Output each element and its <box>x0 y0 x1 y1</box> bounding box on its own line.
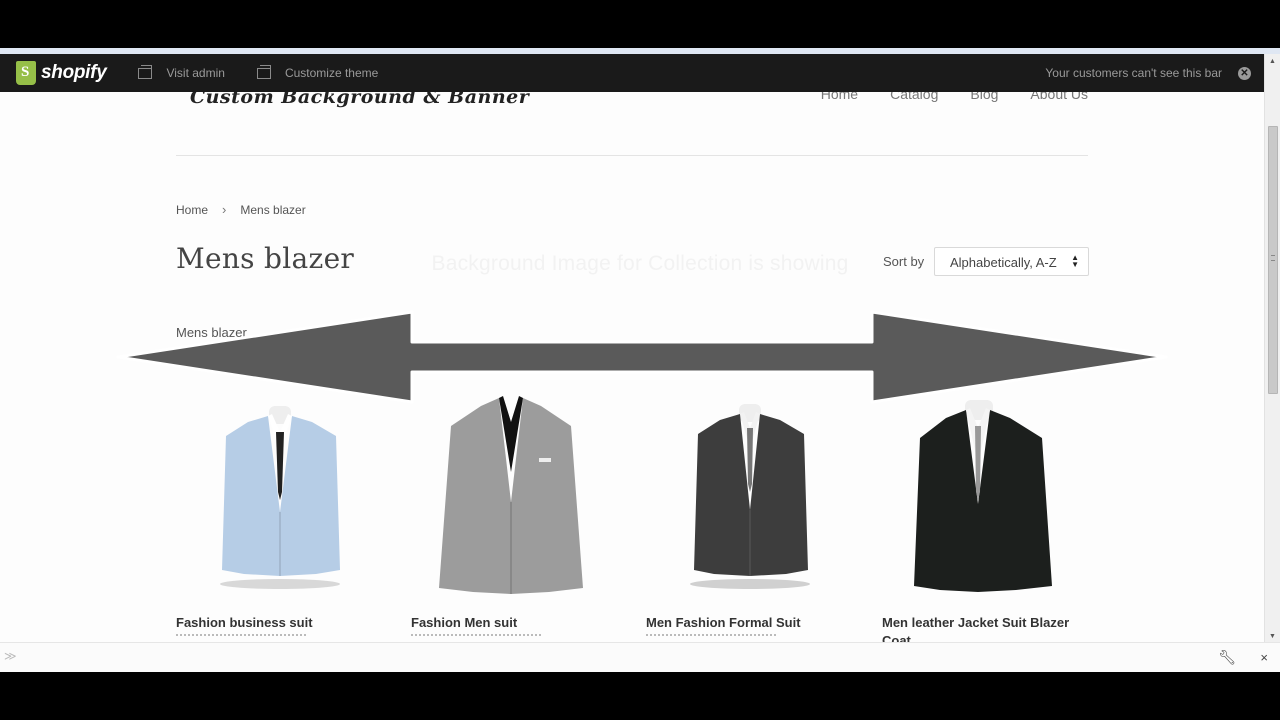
page-scrollbar[interactable]: ▲ ▼ <box>1264 54 1280 642</box>
admin-bar-note: Your customers can't see this bar <box>1045 66 1222 80</box>
product-image[interactable] <box>882 392 1082 602</box>
double-arrow-shape <box>116 310 1168 404</box>
nav-catalog[interactable]: Catalog <box>890 92 938 102</box>
shopify-admin-bar: shopify Visit admin Customize theme Your… <box>0 54 1264 92</box>
close-toolbar-icon[interactable]: × <box>1260 650 1268 665</box>
window-icon <box>256 64 271 79</box>
scrollbar-thumb[interactable] <box>1268 126 1278 394</box>
product-name[interactable]: Men leather Jacket Suit Blazer Coat <box>882 614 1092 642</box>
breadcrumb-current: Mens blazer <box>240 202 306 217</box>
nav-blog[interactable]: Blog <box>970 92 998 102</box>
close-admin-bar-icon[interactable]: ✕ <box>1238 66 1251 80</box>
product-image[interactable] <box>176 392 376 602</box>
product-name[interactable]: Men Fashion Formal Suit <box>646 614 856 632</box>
product-card[interactable]: Fashion Men suit <box>411 392 611 636</box>
expand-icon[interactable]: ≫ <box>4 649 17 663</box>
scroll-down-arrow-icon[interactable]: ▼ <box>1269 633 1276 640</box>
visit-admin-label: Visit admin <box>166 66 225 80</box>
overlay-caption: Background Image for Collection is showi… <box>431 252 849 275</box>
customize-theme-link[interactable]: Customize theme <box>256 64 379 80</box>
nav-about-us[interactable]: About Us <box>1030 92 1088 102</box>
scroll-grip-icon <box>1271 255 1275 261</box>
shopify-logo[interactable]: shopify <box>16 61 107 85</box>
scroll-up-arrow-icon[interactable]: ▲ <box>1269 58 1276 65</box>
screen: shopify Visit admin Customize theme Your… <box>0 0 1280 720</box>
product-card[interactable]: Fashion business suit <box>176 392 376 636</box>
product-price-placeholder <box>176 634 306 640</box>
main-nav: Home Catalog Blog About Us <box>821 92 1088 102</box>
bottom-toolbar: ≫ 🔧︎ × <box>0 642 1280 672</box>
window-icon <box>138 64 153 79</box>
nav-home[interactable]: Home <box>821 92 858 102</box>
storefront-page: Custom Background & Banner Home Catalog … <box>0 92 1264 642</box>
product-name[interactable]: Fashion business suit <box>176 614 386 632</box>
visit-admin-link[interactable]: Visit admin <box>138 64 225 80</box>
product-price-placeholder <box>646 634 776 640</box>
breadcrumb: Home › Mens blazer <box>176 202 306 217</box>
breadcrumb-separator: › <box>222 202 227 217</box>
product-name[interactable]: Fashion Men suit <box>411 614 621 632</box>
breadcrumb-home[interactable]: Home <box>176 203 208 217</box>
shopify-bag-icon <box>16 61 36 85</box>
double-arrow-overlay <box>116 310 1168 404</box>
product-card[interactable]: Men leather Jacket Suit Blazer Coat <box>882 392 1082 642</box>
shopify-logo-text: shopify <box>41 62 107 83</box>
site-title[interactable]: Custom Background & Banner <box>190 92 529 108</box>
header-divider <box>176 155 1088 156</box>
product-card[interactable]: Men Fashion Formal Suit <box>646 392 846 636</box>
wrench-icon[interactable]: 🔧︎ <box>1218 649 1236 666</box>
customize-theme-label: Customize theme <box>284 66 379 80</box>
product-image[interactable] <box>646 392 846 602</box>
product-price-placeholder <box>411 634 541 640</box>
product-image[interactable] <box>411 392 611 602</box>
